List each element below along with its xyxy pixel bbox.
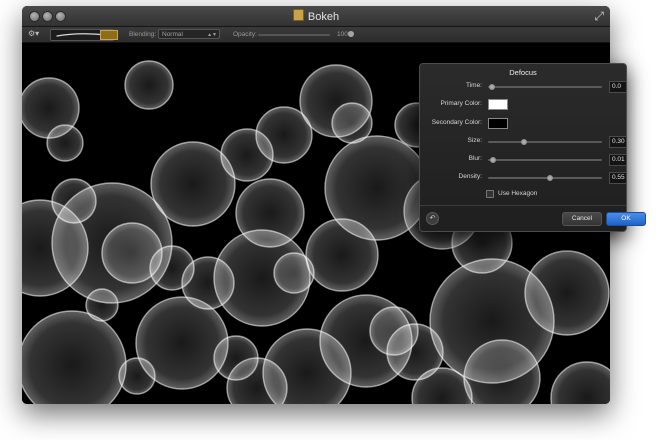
blur-label: Blur: xyxy=(468,155,482,162)
bokeh-circle xyxy=(51,182,173,304)
toolbar: ⚙▾ Blending: Normal ▲▼ Opacity: 100% xyxy=(22,27,610,43)
bokeh-circle xyxy=(550,361,610,404)
ok-button[interactable]: OK xyxy=(606,212,646,226)
bokeh-circle xyxy=(369,306,419,356)
reset-arrow-icon[interactable]: ↶ xyxy=(426,212,439,225)
title-bar[interactable]: Bokeh ⤢ xyxy=(22,6,610,27)
secondary-color-well[interactable] xyxy=(488,118,508,129)
blur-value[interactable]: 0.01 xyxy=(609,154,627,166)
primary-color-label: Primary Color: xyxy=(440,100,482,107)
gear-icon[interactable]: ⚙▾ xyxy=(28,29,39,38)
primary-color-row: Primary Color: xyxy=(420,99,626,111)
blending-value: Normal xyxy=(162,31,183,38)
opacity-value: 100% xyxy=(337,31,354,38)
blur-slider[interactable] xyxy=(488,156,602,163)
blur-slider-knob[interactable] xyxy=(490,156,497,163)
bokeh-circle xyxy=(46,124,84,162)
time-slider[interactable] xyxy=(488,83,602,90)
density-slider[interactable] xyxy=(488,174,602,181)
size-label: Size: xyxy=(467,137,482,144)
size-value[interactable]: 0.30 xyxy=(609,136,627,148)
density-value[interactable]: 0.55 xyxy=(609,172,627,184)
time-slider-knob[interactable] xyxy=(489,83,495,90)
bokeh-circle xyxy=(273,252,315,294)
secondary-color-label: Secondary Color: xyxy=(431,119,482,126)
bokeh-circle xyxy=(135,296,229,390)
defocus-dialog: Defocus Time: 0.0 Primary Color: Seconda… xyxy=(419,63,646,232)
use-hexagon-label[interactable]: Use Hexagon xyxy=(498,190,537,197)
density-slider-knob[interactable] xyxy=(547,174,554,181)
select-arrows-icon: ▲▼ xyxy=(207,32,217,38)
cancel-button[interactable]: Cancel xyxy=(562,212,602,226)
density-row: Density: 0.55 xyxy=(420,172,627,184)
size-slider-knob[interactable] xyxy=(520,138,527,145)
blending-select[interactable]: Normal ▲▼ xyxy=(158,29,220,39)
dialog-divider xyxy=(420,205,626,206)
bokeh-circle xyxy=(124,60,174,110)
primary-color-well[interactable] xyxy=(488,99,508,110)
bokeh-circle xyxy=(22,310,127,404)
time-row: Time: 0.0 xyxy=(420,81,627,93)
blending-label: Blending: xyxy=(129,31,157,38)
document-icon xyxy=(292,9,304,21)
opacity-label: Opacity: xyxy=(233,31,257,38)
brush-color-swatch[interactable] xyxy=(100,30,118,40)
bokeh-circle xyxy=(305,218,379,292)
blur-row: Blur: 0.01 xyxy=(420,154,627,166)
size-slider[interactable] xyxy=(488,138,602,145)
window-title: Bokeh xyxy=(22,9,610,23)
opacity-slider[interactable] xyxy=(258,31,354,37)
bokeh-circle xyxy=(331,102,373,144)
density-label: Density: xyxy=(458,173,482,180)
bokeh-circle xyxy=(524,250,610,336)
secondary-color-row: Secondary Color: xyxy=(420,118,626,130)
size-row: Size: 0.30 xyxy=(420,136,627,148)
fullscreen-icon[interactable]: ⤢ xyxy=(594,9,604,24)
time-value[interactable]: 0.0 xyxy=(609,81,627,93)
time-label: Time: xyxy=(465,82,482,89)
dialog-title: Defocus xyxy=(509,68,537,77)
use-hexagon-row: Use Hexagon xyxy=(420,189,626,201)
use-hexagon-checkbox[interactable] xyxy=(486,190,494,198)
